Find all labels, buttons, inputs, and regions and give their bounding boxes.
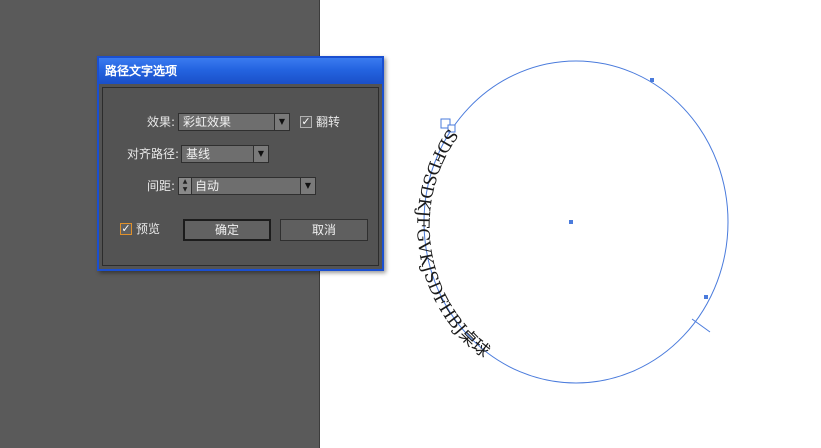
type-on-path-options-dialog: 路径文字选项 效果: 彩虹效果 ▼ ✓ 翻转 对齐路径: 基线 ▼ 间距: ▲ ▼… <box>97 56 384 271</box>
dialog-title[interactable]: 路径文字选项 <box>99 58 382 84</box>
checkmark-icon: ✓ <box>121 222 131 235</box>
chevron-down-icon: ▼ <box>274 114 289 130</box>
dialog-body: 效果: 彩虹效果 ▼ ✓ 翻转 对齐路径: 基线 ▼ 间距: ▲ ▼ 自动 ▼ ✓… <box>102 87 379 266</box>
cancel-button[interactable]: 取消 <box>280 219 368 241</box>
center-point[interactable] <box>569 220 573 224</box>
flip-label: 翻转 <box>316 115 341 129</box>
effect-label: 效果: <box>146 115 175 129</box>
path-text[interactable]: SDFDSDKJFGVKJSDFHBJ桌球 <box>412 125 493 362</box>
checkmark-icon: ✓ <box>301 115 311 128</box>
spacing-label: 间距: <box>146 179 175 193</box>
flip-checkbox[interactable]: ✓ <box>300 116 312 128</box>
chevron-down-icon: ▼ <box>253 146 268 162</box>
path-end-tick <box>691 318 711 333</box>
chevron-down-icon: ▼ <box>300 178 315 194</box>
anchor-point-top[interactable] <box>650 78 654 82</box>
ok-button[interactable]: 确定 <box>183 219 271 241</box>
spacing-combo[interactable]: ▲ ▼ 自动 ▼ <box>178 177 316 195</box>
align-path-select-value: 基线 <box>186 147 211 161</box>
align-path-select[interactable]: 基线 ▼ <box>181 145 269 163</box>
align-path-label: 对齐路径: <box>126 147 179 161</box>
path-text-content: SDFDSDKJFGVKJSDFHBJ桌球 <box>412 125 493 362</box>
preview-checkbox[interactable]: ✓ <box>120 223 132 235</box>
preview-label: 预览 <box>136 222 161 236</box>
spinner-icon[interactable]: ▲ ▼ <box>179 178 192 194</box>
effect-select-value: 彩虹效果 <box>183 115 232 129</box>
anchor-point-right[interactable] <box>704 295 708 299</box>
spacing-value: 自动 <box>195 179 220 193</box>
effect-select[interactable]: 彩虹效果 ▼ <box>178 113 290 131</box>
